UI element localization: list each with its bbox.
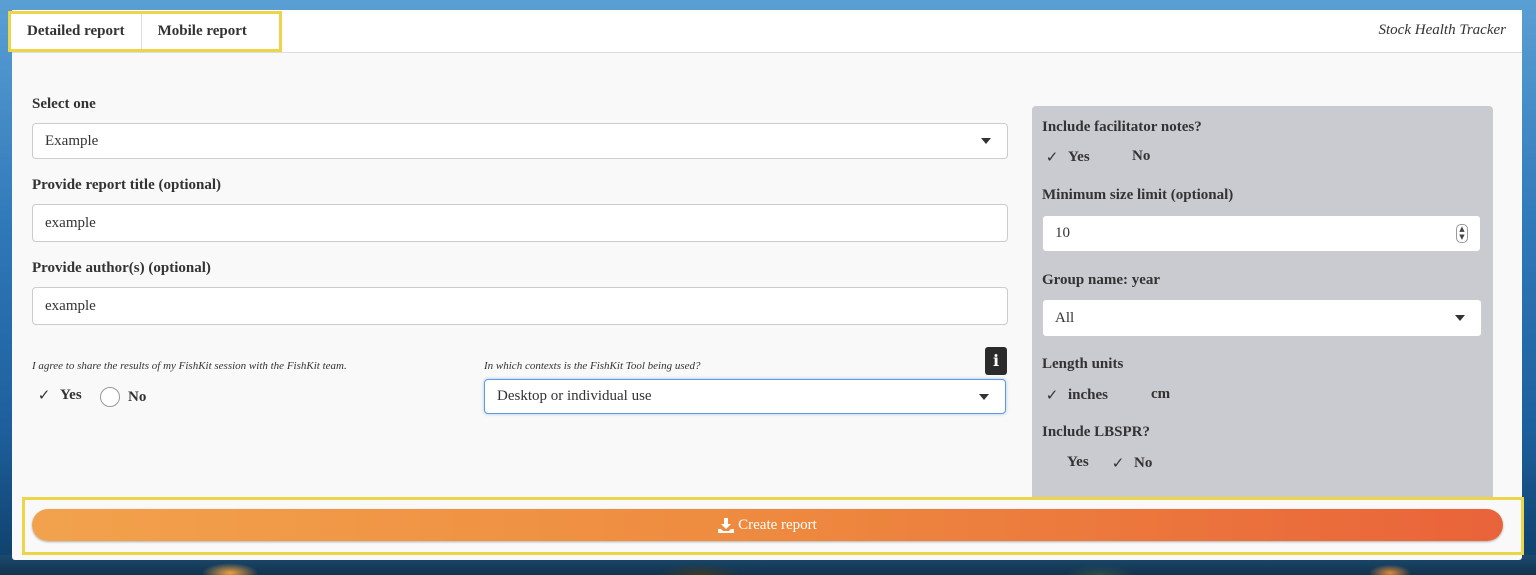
lbspr-label: Include LBSPR? xyxy=(1042,424,1150,440)
check-icon: ✓ xyxy=(37,388,51,404)
authors-value: example xyxy=(45,297,96,314)
lbspr-yes-label: Yes xyxy=(1067,454,1089,470)
units-inches-option[interactable]: ✓ inches xyxy=(1044,386,1108,405)
authors-input[interactable]: example xyxy=(32,287,1008,325)
facilitator-no-option[interactable]: No xyxy=(1132,148,1150,165)
units-cm-option[interactable]: cm xyxy=(1151,386,1170,403)
stepper-icon[interactable]: ▲ ▼ xyxy=(1456,224,1468,243)
caret-down-icon xyxy=(979,393,989,400)
group-name-value: All xyxy=(1055,309,1075,326)
select-one-value: Example xyxy=(45,132,99,149)
units-inches-label: inches xyxy=(1068,387,1109,403)
units-cm-label: cm xyxy=(1151,386,1171,402)
min-size-label: Minimum size limit (optional) xyxy=(1042,187,1234,203)
create-report-button[interactable]: Create report xyxy=(32,509,1503,541)
check-icon: ✓ xyxy=(1111,456,1125,472)
tab-detailed-report[interactable]: Detailed report xyxy=(11,14,142,49)
contexts-value: Desktop or individual use xyxy=(497,388,652,404)
authors-label: Provide author(s) (optional) xyxy=(32,260,211,276)
lbspr-no-option[interactable]: ✓ No xyxy=(1110,454,1153,473)
lbspr-yes-option[interactable]: Yes xyxy=(1067,454,1089,471)
main-panel: Detailed report Mobile report Stock Heal… xyxy=(8,10,1524,560)
check-icon: ✓ xyxy=(1045,150,1059,166)
report-title-input[interactable]: example xyxy=(32,204,1008,242)
report-title-value: example xyxy=(45,214,96,231)
facilitator-yes-option[interactable]: ✓ Yes xyxy=(1044,148,1090,167)
radio-circle-icon xyxy=(100,387,120,407)
share-yes-option[interactable]: ✓ Yes xyxy=(36,386,82,405)
create-report-label: Create report xyxy=(738,516,817,533)
report-title-label: Provide report title (optional) xyxy=(32,177,221,193)
caret-down-icon xyxy=(981,138,991,144)
facilitator-no-label: No xyxy=(1132,148,1151,164)
contexts-label: In which contexts is the FishKit Tool be… xyxy=(484,360,701,372)
caret-down-icon xyxy=(1455,315,1465,321)
share-agreement-label: I agree to share the results of my FishK… xyxy=(32,360,347,372)
share-no-option[interactable]: No xyxy=(100,387,146,407)
tabs-highlight: Detailed report Mobile report xyxy=(8,11,282,52)
report-form: Select one Example Provide report title … xyxy=(32,96,1008,325)
select-one-label: Select one xyxy=(32,96,96,112)
group-name-label: Group name: year xyxy=(1042,272,1161,288)
tab-bar: Detailed report Mobile report Stock Heal… xyxy=(8,10,1522,53)
group-name-dropdown[interactable]: All xyxy=(1042,299,1482,337)
facilitator-notes-label: Include facilitator notes? xyxy=(1042,119,1202,135)
check-icon: ✓ xyxy=(1045,388,1059,404)
info-icon[interactable]: i xyxy=(985,347,1007,375)
share-no-label: No xyxy=(128,388,147,405)
contexts-dropdown[interactable]: Desktop or individual use xyxy=(484,379,1006,414)
download-icon xyxy=(718,517,735,533)
min-size-input[interactable]: 10 ▲ ▼ xyxy=(1042,215,1481,252)
share-yes-label: Yes xyxy=(60,387,82,403)
lbspr-no-label: No xyxy=(1134,455,1153,471)
select-one-dropdown[interactable]: Example xyxy=(32,123,1008,159)
min-size-value: 10 xyxy=(1055,225,1070,241)
options-sidebar: Include facilitator notes? ✓ Yes No Mini… xyxy=(1032,106,1493,498)
length-units-label: Length units xyxy=(1042,356,1124,372)
facilitator-yes-label: Yes xyxy=(1068,149,1090,165)
app-brand: Stock Health Tracker xyxy=(1378,22,1506,38)
tab-mobile-report[interactable]: Mobile report xyxy=(142,14,263,49)
